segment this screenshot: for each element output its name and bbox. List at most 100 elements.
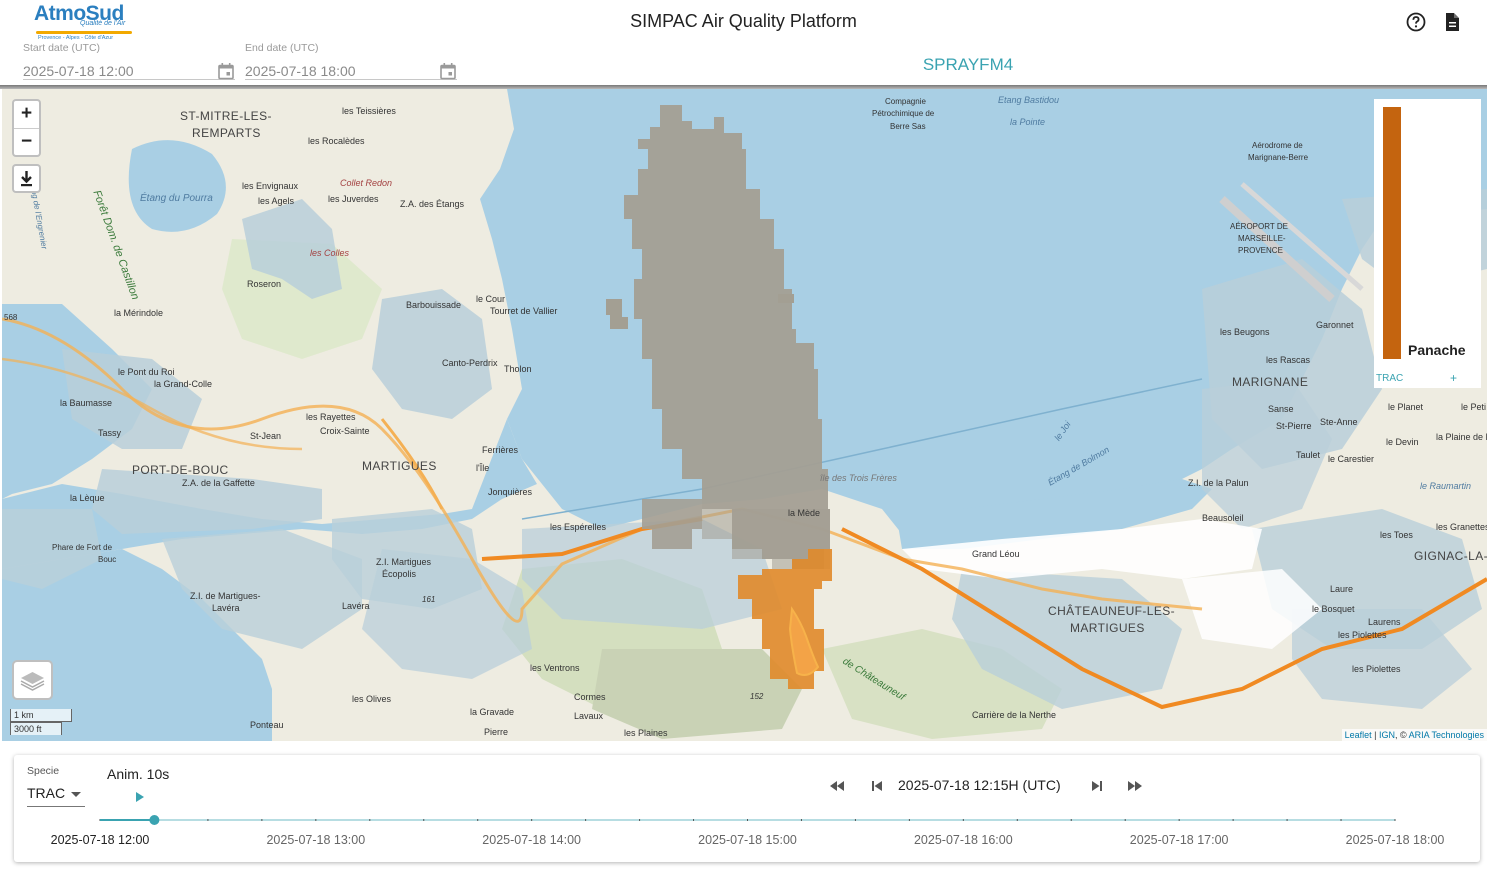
place-label: 161	[422, 595, 436, 604]
zoom-out-button[interactable]: −	[14, 128, 39, 155]
attribution-separator: |	[1371, 730, 1379, 740]
place-label: Beausoleil	[1202, 513, 1244, 523]
timeline-tick	[693, 819, 695, 821]
timeline-tick	[908, 819, 910, 821]
ign-link[interactable]: IGN	[1379, 730, 1395, 740]
fast-rewind-icon[interactable]	[828, 777, 846, 795]
calendar-icon[interactable]	[217, 62, 235, 80]
end-date-label: End date (UTC)	[245, 42, 319, 54]
place-label: REMPARTS	[192, 126, 261, 140]
place-label: les Espérelles	[550, 522, 607, 532]
fast-forward-icon[interactable]	[1126, 777, 1144, 795]
play-icon[interactable]	[134, 791, 146, 803]
place-label: Garonnet	[1316, 320, 1354, 330]
specie-select[interactable]: TRAC	[27, 783, 85, 807]
place-label: MARTIGUES	[1070, 621, 1145, 635]
place-label: Ste-Anne	[1320, 417, 1358, 427]
timeline-tick	[477, 819, 479, 821]
place-label: Z.I. Martigues	[376, 557, 432, 567]
place-label: Taulet	[1296, 450, 1321, 460]
download-icon	[21, 171, 32, 187]
place-label: St-Pierre	[1276, 421, 1312, 431]
place-label: Collet Redon	[340, 178, 393, 188]
logo-region: Provence - Alpes - Côte d'Azur	[38, 35, 114, 41]
help-circle-icon[interactable]	[1405, 11, 1427, 33]
place-label: les Ventrons	[530, 663, 580, 673]
zoom-control: + −	[12, 99, 41, 157]
place-label: le Devin	[1386, 437, 1419, 447]
timeline-tick	[962, 819, 964, 821]
place-label: la Grand-Colle	[154, 379, 213, 389]
plume-legend: Panache TRAC +	[1374, 99, 1481, 388]
scale-metric: 1 km	[10, 709, 72, 722]
place-label: Sanse	[1268, 404, 1294, 414]
place-label: Ferrières	[482, 445, 519, 455]
timeline-track[interactable]	[14, 810, 1480, 832]
place-label: le Peti	[1461, 402, 1487, 412]
layers-button[interactable]	[12, 660, 53, 700]
place-label: Aérodrome de	[1252, 141, 1303, 150]
aria-link[interactable]: ARIA Technologies	[1409, 730, 1484, 740]
place-label: Roseron	[247, 279, 282, 289]
place-label: Cormes	[574, 692, 606, 702]
place-label: les Piolettes	[1338, 630, 1387, 640]
timeline-tick	[531, 819, 533, 821]
place-label: Pierre	[484, 727, 509, 737]
timeline-tick	[261, 819, 263, 821]
calendar-icon[interactable]	[439, 62, 457, 80]
place-label: le Carestier	[1328, 454, 1375, 464]
place-label: Marignane-Berre	[1248, 153, 1309, 162]
legend-color-bar	[1383, 107, 1401, 359]
animation-panel: Specie TRAC Anim. 10s 2025-07-18 12:15H …	[14, 755, 1480, 862]
place-label: les Olives	[352, 694, 392, 704]
place-label: la Pointe	[1010, 117, 1046, 127]
skip-previous-icon[interactable]	[868, 777, 886, 795]
place-label: le Bosquet	[1312, 604, 1355, 614]
leaflet-link[interactable]: Leaflet	[1345, 730, 1372, 740]
place-label: Lavaux	[574, 711, 604, 721]
place-label: Grand Léou	[972, 549, 1020, 559]
app-header: AtmoSud Qualité de l'Air Provence - Alpe…	[0, 0, 1487, 89]
timeline-tick-label: 2025-07-18 16:00	[913, 833, 1013, 847]
timeline-slider[interactable]: 2025-07-18 12:00 2025-07-18 13:00 2025-07-…	[14, 810, 1480, 860]
timeline-tick	[423, 819, 425, 821]
place-label: la Gravade	[470, 707, 515, 717]
end-date-field[interactable]: End date (UTC) 2025-07-18 18:00	[245, 42, 457, 80]
skip-next-icon[interactable]	[1088, 777, 1106, 795]
timeline-tick	[1178, 819, 1180, 821]
timeline-tick	[1340, 819, 1342, 821]
map-view[interactable]: ST-MITRE-LES- REMPARTS les Teissières le…	[2, 89, 1487, 741]
timeline-tick	[854, 819, 856, 821]
end-date-value[interactable]: 2025-07-18 18:00	[245, 63, 356, 79]
start-date-field[interactable]: Start date (UTC) 2025-07-18 12:00	[23, 42, 235, 80]
place-label: la Mède	[788, 508, 821, 518]
timeline-tick-label: 2025-07-18 18:00	[1345, 833, 1445, 847]
timeline-tick	[1286, 819, 1288, 821]
document-icon[interactable]	[1441, 11, 1463, 33]
place-label: les Juverdes	[328, 194, 379, 204]
place-label: Barbouissade	[406, 300, 462, 310]
place-label: les Envignaux	[242, 181, 299, 191]
timeline-tick	[747, 819, 748, 821]
legend-expand-button[interactable]: +	[1450, 371, 1457, 385]
place-label: le Raumartin	[1420, 481, 1472, 491]
place-label: l'Île	[476, 463, 490, 473]
start-date-value[interactable]: 2025-07-18 12:00	[23, 63, 134, 79]
place-label: Etang Bastidou	[998, 95, 1060, 105]
place-label: la Plaine de N	[1436, 432, 1487, 442]
chevron-down-icon[interactable]	[71, 792, 81, 797]
timeline-tick-label: 2025-07-18 14:00	[482, 833, 582, 847]
place-label: Carrière de la Nerthe	[972, 710, 1057, 720]
place-label: Lavéra	[212, 603, 240, 613]
place-label: les Granettes	[1436, 522, 1487, 532]
download-button[interactable]	[12, 164, 41, 193]
map-basemap	[2, 89, 1487, 741]
place-label: MARSEILLE-	[1238, 234, 1286, 243]
place-label: le Planet	[1388, 402, 1424, 412]
specie-value[interactable]: TRAC	[27, 785, 65, 801]
timeline-thumb[interactable]	[149, 815, 160, 825]
place-label: 152	[750, 692, 764, 701]
timeline-tick-label: 2025-07-18 12:00	[50, 833, 150, 847]
zoom-in-button[interactable]: +	[14, 101, 39, 128]
timeline-tick	[315, 819, 317, 821]
